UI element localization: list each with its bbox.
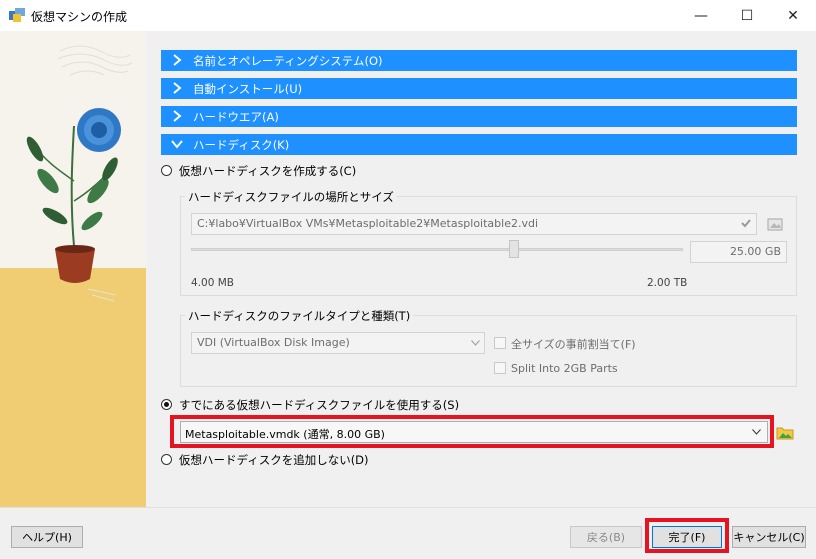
choose-disk-folder-icon[interactable]	[776, 423, 794, 441]
section-hard-disk[interactable]: ハードディスク(K)	[161, 134, 797, 155]
disk-size-text: 25.00 GB	[729, 245, 781, 258]
minimize-button[interactable]: —	[678, 0, 724, 31]
wizard-illustration	[0, 31, 146, 507]
back-button[interactable]: 戻る(B)	[570, 526, 642, 548]
split-2gb-checkbox[interactable]	[494, 362, 506, 374]
chevron-down-icon	[171, 140, 183, 149]
preallocate-checkbox[interactable]	[494, 337, 506, 349]
close-icon: ✕	[787, 7, 799, 24]
no-disk-label: 仮想ハードディスクを追加しない(D)	[179, 453, 369, 467]
flower-pot-illustration	[0, 31, 146, 507]
disk-size-slider-track	[191, 248, 683, 251]
virtualbox-icon	[9, 8, 25, 22]
min-size-label: 4.00 MB	[191, 277, 234, 289]
existing-disk-highlight	[170, 415, 774, 448]
disk-size-slider-thumb[interactable]	[509, 240, 519, 258]
section-label: ハードディスク(K)	[193, 138, 290, 152]
window-title: 仮想マシンの作成	[31, 10, 128, 24]
browse-folder-icon[interactable]	[766, 215, 784, 233]
checkmark-icon	[741, 219, 751, 228]
file-type-text: VDI (VirtualBox Disk Image)	[197, 336, 350, 349]
no-disk-radio[interactable]	[161, 454, 172, 465]
maximize-icon: ☐	[740, 7, 754, 24]
section-hardware[interactable]: ハードウエア(A)	[161, 106, 797, 127]
chevron-down-icon	[471, 340, 480, 346]
section-label: ハードウエア(A)	[193, 110, 279, 124]
disk-size-field[interactable]: 25.00 GB	[690, 241, 787, 263]
file-type-title: ハードディスクのファイルタイプと種類(T)	[185, 308, 414, 324]
disk-path-field[interactable]: C:¥labo¥VirtualBox VMs¥Metasploitable2¥M…	[191, 213, 757, 235]
finish-highlight	[645, 518, 729, 553]
section-label: 自動インストール(U)	[193, 82, 303, 96]
chevron-right-icon	[173, 110, 182, 122]
maximize-button[interactable]: ☐	[724, 0, 770, 31]
max-size-label: 2.00 TB	[647, 277, 688, 289]
location-size-title: ハードディスクファイルの場所とサイズ	[185, 189, 397, 205]
section-unattended-install[interactable]: 自動インストール(U)	[161, 78, 797, 99]
chevron-right-icon	[173, 54, 182, 66]
title-bar: 仮想マシンの作成 — ☐ ✕	[0, 0, 816, 31]
preallocate-label: 全サイズの事前割当て(F)	[511, 338, 636, 351]
create-disk-label: 仮想ハードディスクを作成する(C)	[179, 164, 357, 178]
chevron-right-icon	[173, 82, 182, 94]
disk-path-text: C:¥labo¥VirtualBox VMs¥Metasploitable2¥M…	[197, 217, 539, 230]
create-disk-radio[interactable]	[161, 165, 172, 176]
close-window-button[interactable]: ✕	[770, 0, 816, 31]
help-button[interactable]: ヘルプ(H)	[11, 526, 83, 548]
section-label: 名前とオペレーティングシステム(O)	[193, 54, 383, 68]
existing-disk-radio[interactable]	[161, 399, 172, 410]
file-type-select[interactable]: VDI (VirtualBox Disk Image)	[191, 332, 485, 354]
minimize-icon: —	[694, 7, 708, 24]
existing-disk-label: すでにある仮想ハードディスクファイルを使用する(S)	[179, 398, 460, 412]
section-name-os[interactable]: 名前とオペレーティングシステム(O)	[161, 50, 797, 71]
split-2gb-label: Split Into 2GB Parts	[511, 362, 618, 375]
cancel-button[interactable]: キャンセル(C)	[732, 526, 806, 548]
